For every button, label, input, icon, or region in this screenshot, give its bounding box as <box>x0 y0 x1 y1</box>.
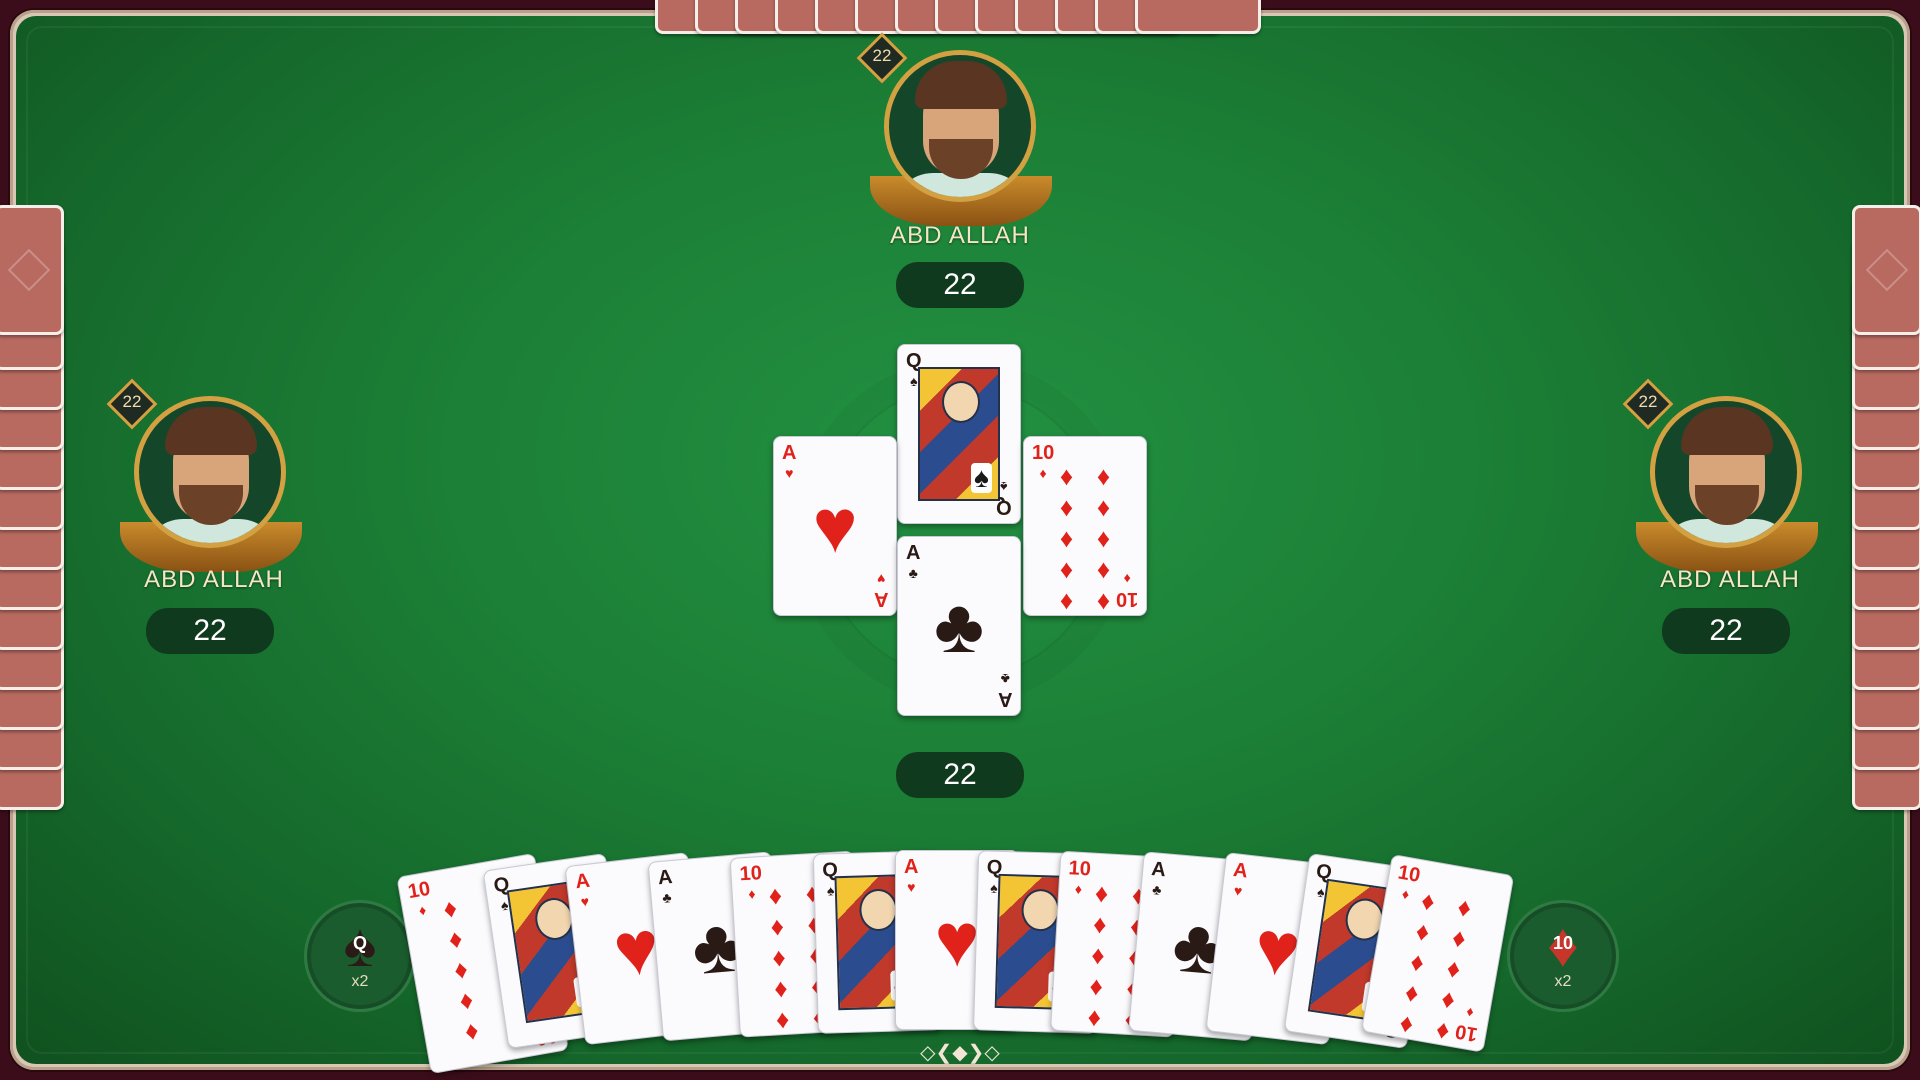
queen-face-art: ♠ <box>918 367 1000 501</box>
card-back <box>0 205 64 335</box>
card-corner: A♣ <box>906 542 921 581</box>
trick-card-bottom: A ♣ ♣ A ♣ <box>897 536 1021 716</box>
card-corner: A♣ <box>1149 858 1167 898</box>
player-score: 22 <box>896 262 1024 308</box>
card-back <box>1852 205 1920 335</box>
bonus-rank: Q <box>352 933 367 953</box>
avatar-frame[interactable]: 22 <box>1622 378 1818 572</box>
player-score: 22 <box>1662 608 1790 654</box>
trick-card-right: 10 ♦ ♦ ♦ ♦ ♦ ♦ ♦ ♦ ♦ ♦ ♦ 10 ♦ <box>1023 436 1147 616</box>
player-name: ABD ALLAH <box>1660 566 1800 593</box>
level-text: 22 <box>872 46 892 65</box>
player-name: ABD ALLAH <box>144 566 284 593</box>
card-back <box>1135 0 1261 34</box>
bonus-multiplier: x2 <box>1554 973 1572 990</box>
card-corner: 10♦ <box>1115 571 1138 610</box>
card-corner: Q♠ <box>996 479 1012 518</box>
self-score: 22 <box>896 752 1024 798</box>
player-name: ABD ALLAH <box>890 222 1030 249</box>
trick-card-left: A ♥ ♥ A ♥ <box>773 436 897 616</box>
avatar-frame[interactable]: 22 <box>106 378 302 572</box>
club-pip: ♣ <box>934 584 984 669</box>
avatar <box>1650 396 1802 548</box>
avatar-frame[interactable]: 22 <box>856 32 1052 226</box>
card-corner: A♥ <box>574 869 592 910</box>
ornament-icon: ◇❮◆❯◇ <box>920 1042 1000 1064</box>
diamond-pips: ♦ ♦ ♦ ♦ ♦ ♦ ♦ ♦ ♦ ♦ <box>1059 461 1111 615</box>
card-corner: A♥ <box>873 571 888 610</box>
bonus-rank: 10 <box>1552 933 1574 953</box>
card-corner: A♥ <box>1232 859 1249 900</box>
level-text: 22 <box>122 392 142 411</box>
card-corner: A♣ <box>997 671 1012 710</box>
card-corner: A♣ <box>656 866 673 906</box>
bonus-button-right[interactable]: ♦ 10 x2 <box>1507 900 1619 1012</box>
heart-pip: ♥ <box>812 484 858 569</box>
card-corner: A♥ <box>904 856 919 895</box>
avatar <box>134 396 286 548</box>
bonus-multiplier: x2 <box>351 973 369 990</box>
avatar <box>884 50 1036 202</box>
player-score: 22 <box>146 608 274 654</box>
level-text: 22 <box>1638 392 1658 411</box>
bonus-button-left[interactable]: ♠ Q x2 <box>304 900 416 1012</box>
card-corner: A♥ <box>782 442 797 481</box>
trick-card-top: Q ♠ ♠ Q ♠ <box>897 344 1021 524</box>
